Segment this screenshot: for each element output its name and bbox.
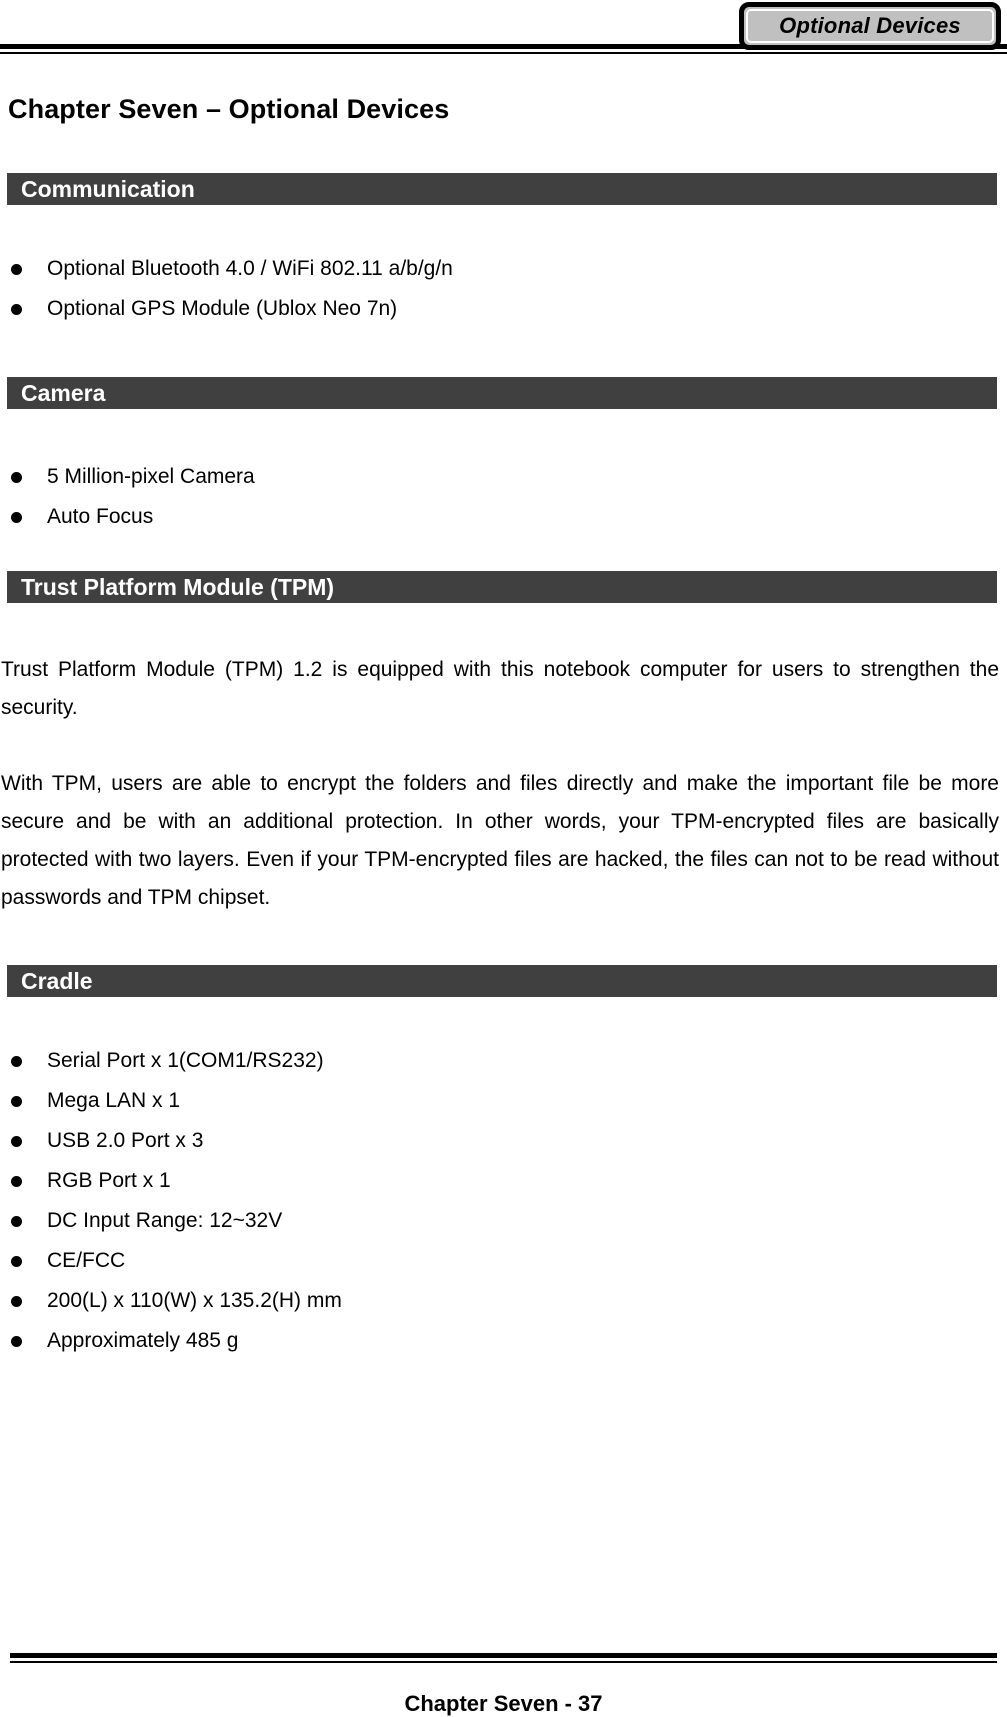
list-item: Approximately 485 g	[0, 1321, 1007, 1361]
list-item-label: DC Input Range: 12~32V	[47, 1209, 283, 1232]
bullet-list-cradle: Serial Port x 1(COM1/RS232) Mega LAN x 1…	[0, 1041, 1007, 1361]
list-item: 5 Million-pixel Camera	[0, 457, 1007, 497]
footer-page-label: Chapter Seven - 37	[404, 1691, 603, 1716]
bullet-list-camera: 5 Million-pixel Camera Auto Focus	[0, 457, 1007, 537]
list-item-label: Optional Bluetooth 4.0 / WiFi 802.11 a/b…	[47, 257, 453, 280]
list-item: Optional Bluetooth 4.0 / WiFi 802.11 a/b…	[0, 249, 1007, 289]
tpm-paragraph-2: With TPM, users are able to encrypt the …	[1, 772, 999, 909]
bullet-dot-icon	[11, 472, 22, 483]
list-item-label: Optional GPS Module (Ublox Neo 7n)	[47, 297, 398, 320]
list-item-label: Mega LAN x 1	[47, 1089, 181, 1112]
bullet-dot-icon	[11, 1176, 22, 1187]
bullet-dot-icon	[11, 1256, 22, 1267]
header-chapter-tab: Optional Devices	[739, 2, 1001, 50]
page-header: Optional Devices	[0, 0, 1007, 72]
section-header-communication: Communication	[7, 173, 997, 205]
list-item-label: RGB Port x 1	[47, 1169, 171, 1192]
list-item: 200(L) x 110(W) x 135.2(H) mm	[0, 1281, 1007, 1321]
bullet-dot-icon	[11, 304, 22, 315]
section-header-tpm: Trust Platform Module (TPM)	[7, 571, 997, 603]
bullet-dot-icon	[11, 1096, 22, 1107]
list-item-label: Approximately 485 g	[47, 1329, 239, 1352]
list-item: Auto Focus	[0, 497, 1007, 537]
list-item: Optional GPS Module (Ublox Neo 7n)	[0, 289, 1007, 329]
section-heading-label: Cradle	[21, 967, 93, 994]
list-item: DC Input Range: 12~32V	[0, 1201, 1007, 1241]
list-item-label: CE/FCC	[47, 1249, 126, 1272]
header-tab-label: Optional Devices	[779, 13, 961, 38]
list-item: Serial Port x 1(COM1/RS232)	[0, 1041, 1007, 1081]
tpm-paragraph-1: Trust Platform Module (TPM) 1.2 is equip…	[1, 658, 999, 719]
header-rule-thin	[0, 52, 1007, 54]
list-item: RGB Port x 1	[0, 1161, 1007, 1201]
page-title: Chapter Seven – Optional Devices	[8, 94, 450, 124]
list-item-label: 5 Million-pixel Camera	[47, 465, 255, 488]
section-heading-label: Communication	[21, 175, 195, 202]
document-page: Optional Devices Chapter Seven – Optiona…	[0, 0, 1007, 1716]
list-item: CE/FCC	[0, 1241, 1007, 1281]
list-item: USB 2.0 Port x 3	[0, 1121, 1007, 1161]
bullet-dot-icon	[11, 264, 22, 275]
section-header-camera: Camera	[7, 377, 997, 409]
footer-rule-thick	[10, 1653, 997, 1658]
bullet-dot-icon	[11, 1336, 22, 1347]
bullet-dot-icon	[11, 1056, 22, 1067]
list-item-label: 200(L) x 110(W) x 135.2(H) mm	[47, 1289, 342, 1312]
list-item-label: USB 2.0 Port x 3	[47, 1129, 204, 1152]
section-header-cradle: Cradle	[7, 965, 997, 997]
section-heading-label: Camera	[21, 379, 106, 406]
bullet-dot-icon	[11, 512, 22, 523]
bullet-dot-icon	[11, 1296, 22, 1307]
section-heading-label: Trust Platform Module (TPM)	[21, 573, 335, 600]
bullet-dot-icon	[11, 1136, 22, 1147]
list-item-label: Serial Port x 1(COM1/RS232)	[47, 1049, 324, 1072]
list-item: Mega LAN x 1	[0, 1081, 1007, 1121]
footer-rule-thin	[10, 1661, 997, 1663]
bullet-list-communication: Optional Bluetooth 4.0 / WiFi 802.11 a/b…	[0, 249, 1007, 329]
list-item-label: Auto Focus	[47, 505, 154, 528]
bullet-dot-icon	[11, 1216, 22, 1227]
